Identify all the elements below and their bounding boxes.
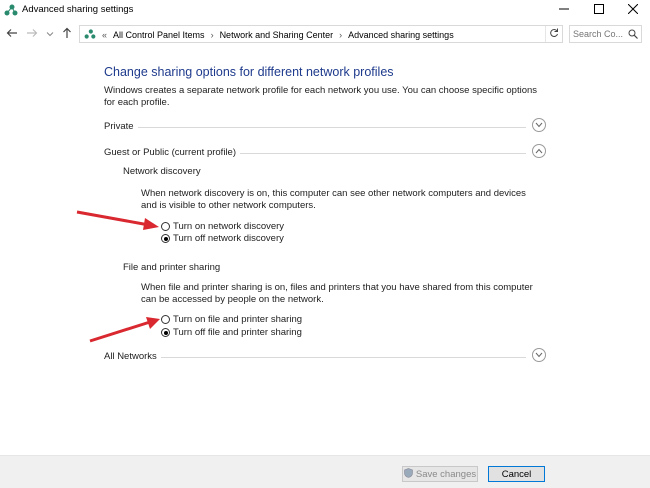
radio-network-discovery-off[interactable]: Turn off network discovery xyxy=(161,233,284,244)
radio-label: Turn off file and printer sharing xyxy=(173,327,302,338)
radio-button-icon xyxy=(161,222,170,231)
network-discovery-desc: When network discovery is on, this compu… xyxy=(141,188,526,211)
section-private-label: Private xyxy=(104,121,138,132)
close-icon xyxy=(627,3,639,17)
network-discovery-title: Network discovery xyxy=(123,166,201,177)
breadcrumb-overflow[interactable]: « xyxy=(102,30,107,40)
forward-button[interactable] xyxy=(24,27,40,41)
radio-file-sharing-off[interactable]: Turn off file and printer sharing xyxy=(161,327,302,338)
search-icon xyxy=(628,29,638,42)
save-changes-button[interactable]: Save changes xyxy=(402,466,478,482)
section-guest-label: Guest or Public (current profile) xyxy=(104,147,240,158)
expand-private-button[interactable] xyxy=(532,118,546,132)
arrow-left-icon xyxy=(6,28,18,41)
address-row: « All Control Panel Items › Network and … xyxy=(0,22,650,46)
breadcrumb-all-control-panel-items[interactable]: All Control Panel Items xyxy=(113,30,205,40)
section-all-networks[interactable]: All Networks xyxy=(104,348,546,365)
refresh-icon xyxy=(549,28,559,41)
radio-file-sharing-on[interactable]: Turn on file and printer sharing xyxy=(161,314,302,325)
section-all-label: All Networks xyxy=(104,351,161,362)
radio-button-selected-icon xyxy=(161,328,170,337)
chevron-up-icon xyxy=(535,146,543,157)
arrow-right-icon xyxy=(26,28,38,41)
minimize-button[interactable] xyxy=(547,0,581,20)
address-bar[interactable]: « All Control Panel Items › Network and … xyxy=(79,25,563,43)
search-box[interactable] xyxy=(569,25,642,43)
radio-label: Turn on network discovery xyxy=(173,221,285,232)
up-button[interactable] xyxy=(59,27,75,41)
radio-label: Turn off network discovery xyxy=(173,233,284,244)
back-button[interactable] xyxy=(4,27,20,41)
minimize-icon xyxy=(559,4,569,17)
divider xyxy=(104,357,526,358)
breadcrumb-separator-icon: › xyxy=(339,30,343,40)
expand-all-networks-button[interactable] xyxy=(532,348,546,362)
annotation-arrow-icon xyxy=(89,317,160,343)
cancel-button[interactable]: Cancel xyxy=(488,466,545,482)
recent-locations-button[interactable] xyxy=(42,27,58,41)
chevron-down-icon xyxy=(535,350,543,361)
close-button[interactable] xyxy=(616,0,650,20)
radio-button-selected-icon xyxy=(161,234,170,243)
breadcrumb-advanced-sharing-settings[interactable]: Advanced sharing settings xyxy=(348,30,454,40)
section-private[interactable]: Private xyxy=(104,118,546,135)
save-changes-label: Save changes xyxy=(415,468,477,480)
radio-network-discovery-on[interactable]: Turn on network discovery xyxy=(161,221,284,232)
control-panel-icon xyxy=(84,29,96,41)
maximize-button[interactable] xyxy=(582,0,616,20)
page-title: Change sharing options for different net… xyxy=(104,65,394,79)
arrow-up-icon xyxy=(62,27,72,42)
breadcrumb-network-sharing-center[interactable]: Network and Sharing Center xyxy=(220,30,334,40)
collapse-guest-button[interactable] xyxy=(532,144,546,158)
title-bar: Advanced sharing settings xyxy=(0,0,650,20)
chevron-down-icon xyxy=(46,28,54,40)
section-guest-public[interactable]: Guest or Public (current profile) xyxy=(104,144,546,161)
chevron-down-icon xyxy=(535,120,543,131)
page-description: Windows creates a separate network profi… xyxy=(104,85,538,108)
annotation-arrow-icon xyxy=(76,210,159,230)
breadcrumb-separator-icon: › xyxy=(210,30,214,40)
radio-button-icon xyxy=(161,315,170,324)
file-sharing-desc: When file and printer sharing is on, fil… xyxy=(141,282,533,305)
refresh-button[interactable] xyxy=(545,26,562,42)
file-sharing-title: File and printer sharing xyxy=(123,262,221,273)
footer-bar: Save changes Cancel xyxy=(0,455,650,488)
uac-shield-icon xyxy=(404,467,413,481)
window-title: Advanced sharing settings xyxy=(22,4,134,15)
maximize-icon xyxy=(594,3,604,17)
network-app-icon xyxy=(4,4,18,19)
radio-label: Turn on file and printer sharing xyxy=(173,314,303,325)
search-input[interactable] xyxy=(573,27,625,41)
divider xyxy=(104,127,526,128)
